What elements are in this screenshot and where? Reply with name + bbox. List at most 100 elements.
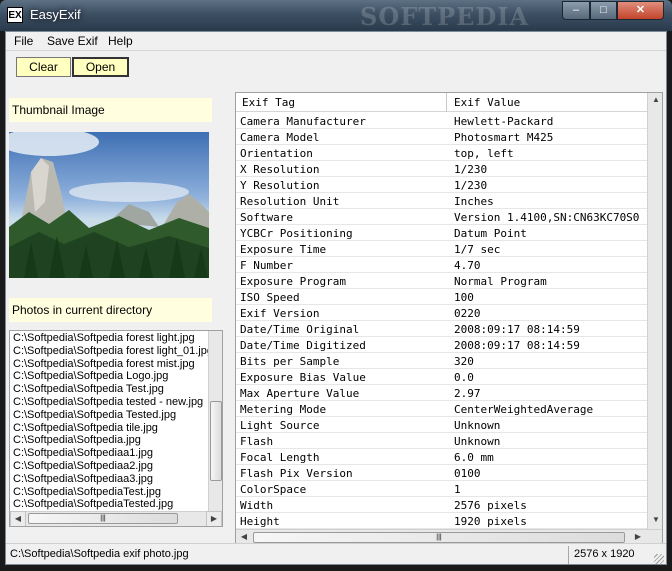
watermark: SOFTPEDIA (360, 2, 530, 31)
scroll-down-icon[interactable]: ▼ (648, 513, 662, 529)
exif-value-cell: Version 1.4100,SN:CN63KC70S0 (454, 211, 640, 224)
resize-grip-icon[interactable] (654, 554, 664, 564)
exif-row[interactable]: Width 2576 pixels (236, 497, 647, 513)
exif-value-cell: 1/230 (454, 179, 488, 192)
app-icon[interactable]: EX (7, 7, 23, 23)
close-button[interactable]: ✕ (617, 1, 664, 20)
file-list-hscroll-thumb[interactable]: ||| (28, 513, 178, 524)
exif-row[interactable]: ISO Speed 100 (236, 289, 647, 305)
menu-bar: File Save Exif Help (6, 32, 666, 51)
exif-tag-cell: ISO Speed (240, 291, 300, 304)
exif-row[interactable]: Flash Pix Version 0100 (236, 465, 647, 481)
exif-value-cell: Inches (454, 195, 494, 208)
window-title: EasyExif (30, 7, 81, 22)
exif-row[interactable]: Camera Manufacturer Hewlett-Packard (236, 113, 647, 129)
exif-row[interactable]: Date/Time Digitized 2008:09:17 08:14:59 (236, 337, 647, 353)
file-list-vertical-scrollbar[interactable] (208, 331, 222, 511)
exif-vertical-scrollbar[interactable]: ▲ ▼ (647, 93, 662, 529)
clear-button[interactable]: Clear (16, 57, 71, 77)
exif-tag-cell: Flash Pix Version (240, 467, 353, 480)
exif-table-header: Exif Tag Exif Value (236, 93, 647, 112)
column-divider[interactable] (446, 93, 447, 112)
scroll-left-icon[interactable]: ◀ (10, 511, 26, 526)
exif-value-cell: 0100 (454, 467, 481, 480)
file-list-item[interactable]: C:\Softpedia\Softpediaa3.jpg (10, 473, 208, 486)
exif-tag-cell: Max Aperture Value (240, 387, 360, 400)
exif-value-cell: 6.0 mm (454, 451, 494, 464)
exif-table[interactable]: Exif Tag Exif Value Camera Manufacturer H… (235, 92, 663, 544)
exif-row[interactable]: Exposure Program Normal Program (236, 273, 647, 289)
exif-value-cell: 100 (454, 291, 474, 304)
minimize-button[interactable]: – (562, 1, 590, 20)
menu-help[interactable]: Help (108, 34, 133, 48)
exif-row[interactable]: Date/Time Original 2008:09:17 08:14:59 (236, 321, 647, 337)
file-list-item[interactable]: C:\Softpedia\Softpedia forest mist.jpg (10, 358, 208, 371)
file-list-item[interactable]: C:\Softpedia\Softpedia Test.jpg (10, 383, 208, 396)
exif-row[interactable]: ColorSpace 1 (236, 481, 647, 497)
exif-hscroll-thumb[interactable]: ||| (253, 532, 625, 543)
exif-tag-cell: Height (240, 515, 280, 528)
status-bar: C:\Softpedia\Softpedia exif photo.jpg 25… (6, 543, 666, 565)
exif-horizontal-scrollbar[interactable]: ◀ ||| ▶ (236, 529, 662, 543)
exif-row[interactable]: X Resolution 1/230 (236, 161, 647, 177)
menu-file[interactable]: File (14, 34, 33, 48)
exif-row[interactable]: Light Source Unknown (236, 417, 647, 433)
exif-scroll-right-icon[interactable]: ▶ (630, 530, 646, 543)
scroll-right-icon[interactable]: ▶ (206, 511, 222, 526)
exif-value-cell: 2.97 (454, 387, 481, 400)
file-list-item[interactable]: C:\Softpedia\Softpedia Logo.jpg (10, 370, 208, 383)
exif-tag-cell: Exposure Bias Value (240, 371, 366, 384)
file-list-item[interactable]: C:\Softpedia\Softpediaa2.jpg (10, 460, 208, 473)
file-list-item[interactable]: C:\Softpedia\Softpedia tile.jpg (10, 422, 208, 435)
exif-tag-cell: F Number (240, 259, 293, 272)
exif-value-cell: 1920 pixels (454, 515, 527, 528)
exif-value-cell: 1/230 (454, 163, 488, 176)
exif-value-cell: 2008:09:17 08:14:59 (454, 339, 580, 352)
column-header-tag[interactable]: Exif Tag (242, 96, 295, 109)
file-list-item[interactable]: C:\Softpedia\Softpedia Tested.jpg (10, 409, 208, 422)
exif-row[interactable]: Camera Model Photosmart M425 (236, 129, 647, 145)
file-list-scroll-thumb[interactable] (210, 401, 222, 481)
file-list-item[interactable]: C:\Softpedia\Softpedia.jpg (10, 434, 208, 447)
exif-value-cell: Unknown (454, 435, 501, 448)
exif-row[interactable]: F Number 4.70 (236, 257, 647, 273)
exif-value-cell: 0220 (454, 307, 481, 320)
exif-row[interactable]: YCBCr Positioning Datum Point (236, 225, 647, 241)
exif-scroll-left-icon[interactable]: ◀ (236, 530, 252, 543)
title-bar[interactable]: SOFTPEDIA EX EasyExif – □ ✕ (0, 0, 672, 31)
exif-row[interactable]: Exif Version 0220 (236, 305, 647, 321)
status-dimensions: 2576 x 1920 (568, 546, 664, 564)
file-list-item[interactable]: C:\Softpedia\SoftpediaTested.jpg (10, 498, 208, 511)
file-list-horizontal-scrollbar[interactable]: ◀ ||| ▶ (10, 511, 222, 526)
file-list-item[interactable]: C:\Softpedia\Softpedia forest light_01.j… (10, 345, 208, 358)
exif-row[interactable]: Exposure Time 1/7 sec (236, 241, 647, 257)
exif-tag-cell: Width (240, 499, 274, 512)
exif-row[interactable]: Exposure Bias Value 0.0 (236, 369, 647, 385)
exif-tag-cell: Bits per Sample (240, 355, 340, 368)
maximize-button[interactable]: □ (590, 1, 617, 20)
exif-row[interactable]: Software Version 1.4100,SN:CN63KC70S0 (236, 209, 647, 225)
main-window: File Save Exif Help Clear Open Thumbnail… (5, 31, 667, 565)
exif-value-cell: Unknown (454, 419, 501, 432)
exif-row[interactable]: Focal Length 6.0 mm (236, 449, 647, 465)
exif-row[interactable]: Height 1920 pixels (236, 513, 647, 529)
file-list-item[interactable]: C:\Softpedia\Softpediaa1.jpg (10, 447, 208, 460)
exif-row[interactable]: Metering Mode CenterWeightedAverage (236, 401, 647, 417)
file-list[interactable]: C:\Softpedia\Softpedia forest light.jpg C… (9, 330, 223, 527)
exif-row[interactable]: Resolution Unit Inches (236, 193, 647, 209)
exif-value-cell: CenterWeightedAverage (454, 403, 594, 416)
exif-row[interactable]: Flash Unknown (236, 433, 647, 449)
scroll-up-icon[interactable]: ▲ (648, 93, 662, 109)
file-list-item[interactable]: C:\Softpedia\SoftpediaTest.jpg (10, 486, 208, 499)
exif-row[interactable]: Max Aperture Value 2.97 (236, 385, 647, 401)
exif-tag-cell: Orientation (240, 147, 313, 160)
menu-save-exif[interactable]: Save Exif (47, 34, 98, 48)
column-header-value[interactable]: Exif Value (454, 96, 520, 109)
file-list-item[interactable]: C:\Softpedia\Softpedia tested - new.jpg (10, 396, 208, 409)
exif-tag-cell: Light Source (240, 419, 320, 432)
exif-row[interactable]: Y Resolution 1/230 (236, 177, 647, 193)
exif-row[interactable]: Orientation top, left (236, 145, 647, 161)
exif-row[interactable]: Bits per Sample 320 (236, 353, 647, 369)
file-list-item[interactable]: C:\Softpedia\Softpedia forest light.jpg (10, 332, 208, 345)
open-button[interactable]: Open (72, 57, 129, 77)
